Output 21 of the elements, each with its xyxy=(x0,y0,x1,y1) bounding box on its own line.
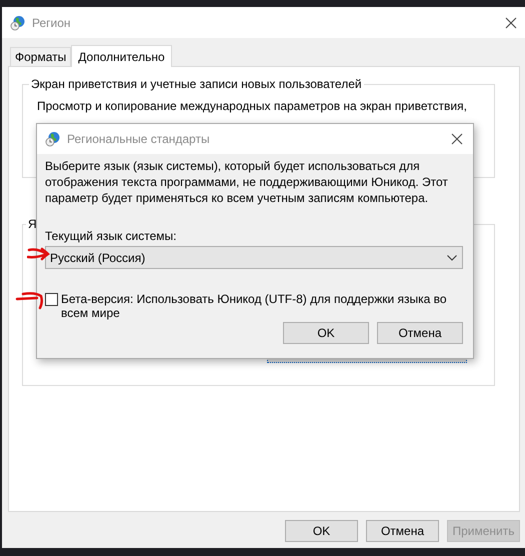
group-description: Просмотр и копирование международных параметров на экран приветствия, xyxy=(37,99,468,113)
dialog-title: Региональные стандарты xyxy=(67,132,211,146)
caret-icon xyxy=(447,254,457,260)
dialog-button[interactable]: OK xyxy=(283,322,369,344)
annotation-arrow xyxy=(27,247,51,261)
tab[interactable]: Дополнительно xyxy=(71,45,172,67)
globe-icon xyxy=(10,14,26,30)
dialog-button[interactable]: Отмена xyxy=(377,322,463,344)
globe-icon xyxy=(45,131,61,147)
footer-button[interactable]: OK xyxy=(285,520,358,542)
checkbox-label[interactable]: Бета-версия: Использовать Юникод (UTF-8) для поддержки языка во всем мире xyxy=(61,292,451,320)
field-label: Текущий язык системы: xyxy=(45,229,178,243)
close-icon[interactable] xyxy=(451,133,463,145)
footer-button[interactable]: Отмена xyxy=(366,520,439,542)
dialog-description: Выберите язык (язык системы), который будет использоваться для отображения текста программами, не поддерживающими Юникод. Этот параметр будет применяться ко всем учетным записям компьютера. xyxy=(45,158,449,206)
language-dropdown[interactable]: Русский (Россия) xyxy=(45,246,463,269)
group-legend: Экран приветствия и учетные записи новых пользователей xyxy=(29,77,364,91)
checkbox[interactable] xyxy=(45,293,58,306)
window-title: Регион xyxy=(32,16,72,30)
close-icon[interactable] xyxy=(505,16,517,28)
tab[interactable]: Форматы xyxy=(10,47,72,66)
